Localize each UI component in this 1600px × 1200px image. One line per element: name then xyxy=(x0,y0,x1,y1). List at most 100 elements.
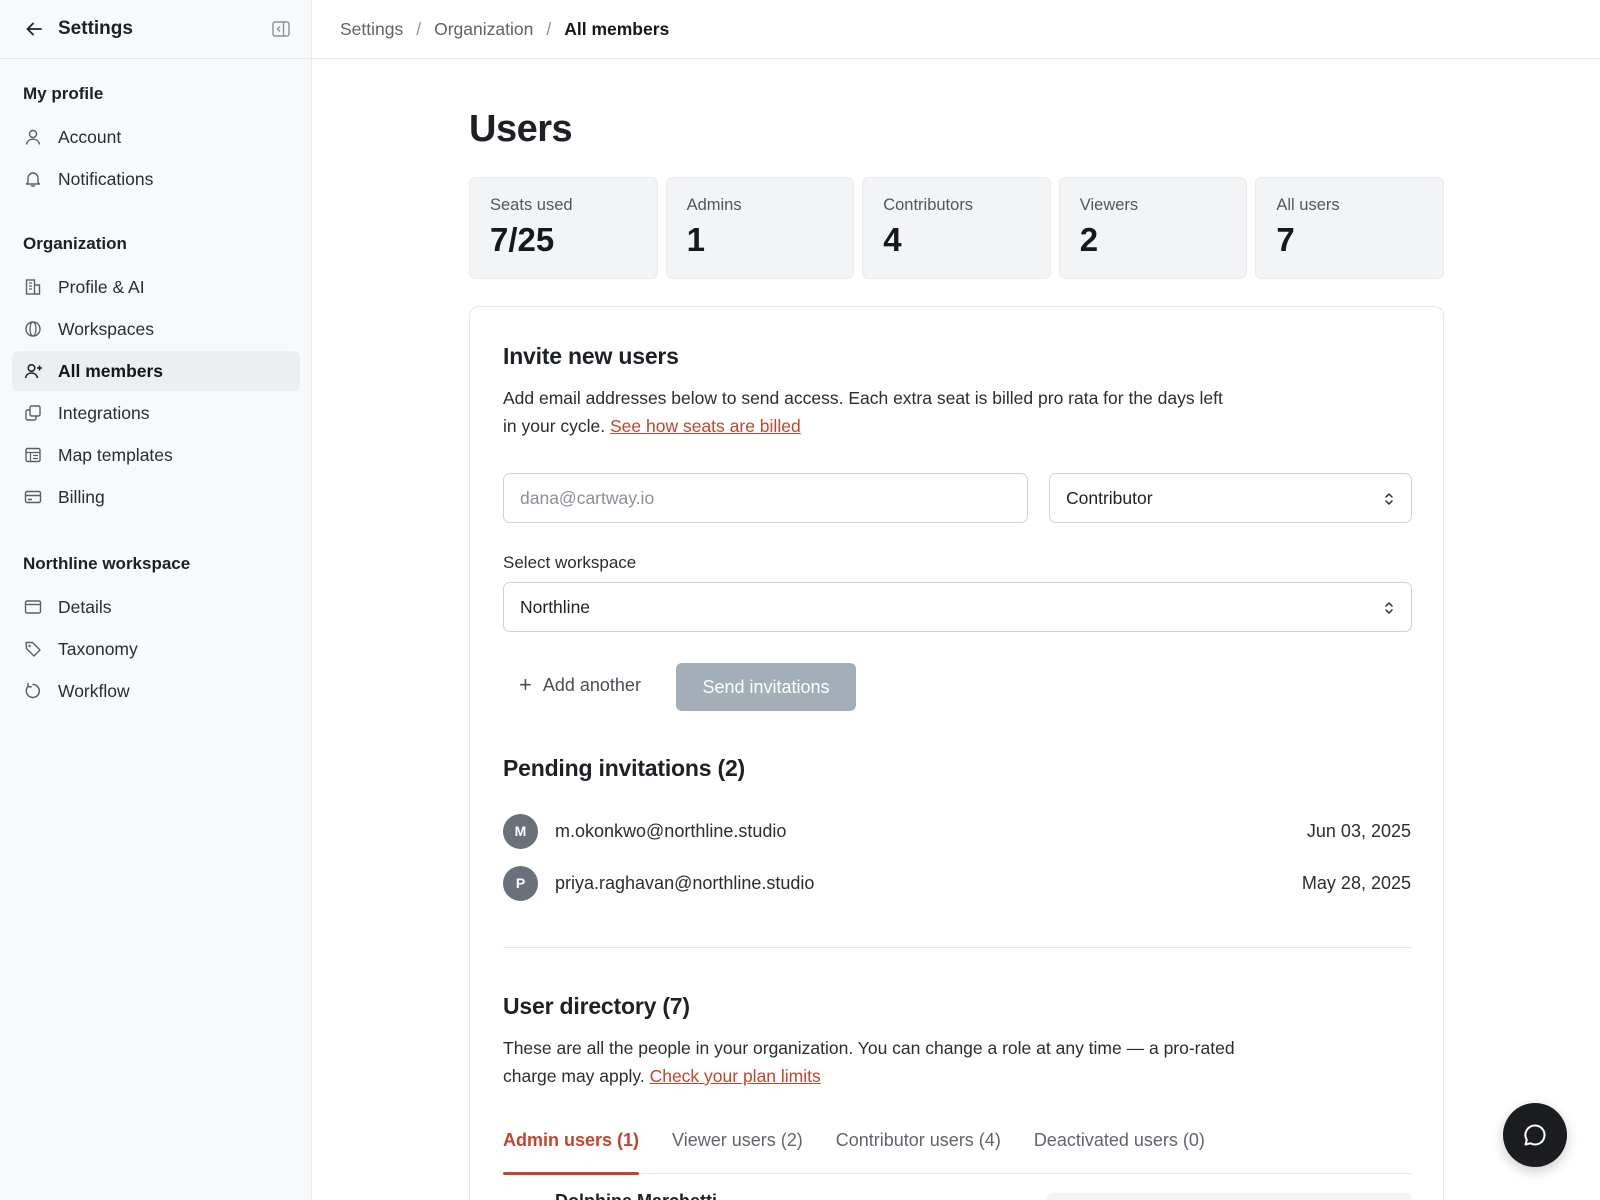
section-heading: Organization xyxy=(23,234,127,253)
stat-value: 7 xyxy=(1276,221,1295,258)
sidebar-item-taxonomy[interactable]: Taxonomy xyxy=(12,629,300,669)
stat-value: 4 xyxy=(883,221,902,258)
workspace-select-value: Northline xyxy=(520,596,591,617)
directory-description-line2: charge may apply. xyxy=(503,1066,645,1086)
role-select-value: Contributor xyxy=(1066,487,1153,508)
section-heading: My profile xyxy=(23,84,104,103)
stat-label: Contributors xyxy=(883,196,974,214)
breadcrumb-organization[interactable]: Organization xyxy=(434,19,533,40)
sidebar-item-label: Billing xyxy=(58,486,105,507)
sidebar-item-account[interactable]: Account xyxy=(12,117,300,157)
sidebar-title: Settings xyxy=(58,18,133,39)
stat-label: Viewers xyxy=(1079,196,1139,214)
building-icon xyxy=(23,277,43,297)
pending-invitation-row: M m.okonkwo@northline.studio Jun 03, 202… xyxy=(503,813,1411,849)
sidebar-item-notifications[interactable]: Notifications xyxy=(12,159,300,199)
tab-viewer-users[interactable]: Viewer users (2) xyxy=(672,1124,803,1174)
users-panel: Invite new users Add email addresses bel… xyxy=(469,306,1444,1200)
sidebar-item-label: Integrations xyxy=(58,402,150,423)
stat-value: 2 xyxy=(1079,221,1099,258)
plus-icon: + xyxy=(519,672,532,697)
table-row: Dolphine Marchetti xyxy=(503,1191,1412,1200)
sidebar-item-label: Profile & AI xyxy=(58,276,145,297)
stat-card-seats-used: Seats used 7/25 xyxy=(469,177,658,279)
pending-invitations-title: Pending invitations (2) xyxy=(503,755,746,781)
collapse-sidebar-icon[interactable] xyxy=(271,19,291,39)
tab-deactivated-users[interactable]: Deactivated users (0) xyxy=(1034,1124,1205,1174)
tab-admin-users[interactable]: Admin users (1) xyxy=(503,1124,640,1175)
sidebar-item-label: Workspaces xyxy=(58,318,154,339)
directory-tabs: Admin users (1) Viewer users (2) Contrib… xyxy=(503,1124,1411,1175)
back-arrow-icon[interactable] xyxy=(24,19,44,39)
directory-description-line1: These are all the people in your organiz… xyxy=(503,1038,1235,1058)
nav-section-northline-workspace: Northline workspace Details Taxonomy Wor… xyxy=(0,553,312,713)
tag-icon xyxy=(23,639,43,659)
pending-date: May 28, 2025 xyxy=(1301,872,1411,893)
chevron-up-down-icon xyxy=(1381,598,1397,618)
chat-bubble-icon xyxy=(1522,1122,1548,1148)
add-another-label: Add another xyxy=(542,674,641,695)
sidebar-item-label: Taxonomy xyxy=(58,638,138,659)
sidebar-item-label: All members xyxy=(58,360,164,381)
pending-invitation-row: P priya.raghavan@northline.studio May 28… xyxy=(503,865,1411,901)
sidebar-item-label: Workflow xyxy=(58,680,130,701)
workspace-label: Select workspace xyxy=(503,553,637,572)
seats-billing-link[interactable]: See how seats are billed xyxy=(610,416,801,436)
sidebar-item-billing[interactable]: Billing xyxy=(12,477,300,517)
sidebar-item-all-members[interactable]: All members xyxy=(12,351,300,391)
invite-title: Invite new users xyxy=(503,343,679,369)
sidebar-item-integrations[interactable]: Integrations xyxy=(12,393,300,433)
sidebar-item-details[interactable]: Details xyxy=(12,587,300,627)
chat-button[interactable] xyxy=(1503,1103,1567,1167)
directory-description: These are all the people in your organiz… xyxy=(503,1034,1411,1090)
sidebar-item-workflow[interactable]: Workflow xyxy=(12,671,300,711)
breadcrumb-all-members: All members xyxy=(564,18,670,39)
user-directory-title: User directory (7) xyxy=(503,993,690,1019)
sidebar-item-label: Map templates xyxy=(58,444,173,465)
stat-value: 1 xyxy=(686,221,705,258)
role-select[interactable]: Contributor xyxy=(1049,473,1412,523)
sidebar-header: Settings xyxy=(0,0,311,59)
sidebar-item-profile-ai[interactable]: Profile & AI xyxy=(12,267,300,307)
user-icon xyxy=(23,127,43,147)
stat-card-admins: Admins 1 xyxy=(665,177,855,279)
stat-card-viewers: Viewers 2 xyxy=(1058,177,1248,279)
sidebar-item-map-templates[interactable]: Map templates xyxy=(12,435,300,475)
email-placeholder: dana@cartway.io xyxy=(520,487,655,508)
tab-contributor-users[interactable]: Contributor users (4) xyxy=(836,1124,1001,1174)
credit-card-icon xyxy=(23,487,43,507)
stat-label: All users xyxy=(1276,196,1340,214)
sidebar-item-workspaces[interactable]: Workspaces xyxy=(12,309,300,349)
globe-icon xyxy=(23,319,43,339)
breadcrumb-separator: / xyxy=(546,18,552,39)
chevron-up-down-icon xyxy=(1381,489,1397,509)
add-another-button[interactable]: + Add another xyxy=(519,674,641,696)
nav-section-my-profile: My profile Account Notifications xyxy=(0,83,312,201)
user-plus-icon xyxy=(23,361,43,381)
invite-description: Add email addresses below to send access… xyxy=(503,384,1411,440)
invite-description-line1: Add email addresses below to send access… xyxy=(503,388,1223,408)
sidebar-item-label: Details xyxy=(58,596,112,617)
stats-row: Seats used 7/25 Admins 1 Contributors 4 … xyxy=(469,177,1444,279)
settings-sidebar: Settings My profile Account Notification… xyxy=(0,0,312,1200)
pending-email: priya.raghavan@northline.studio xyxy=(555,872,815,893)
role-select[interactable] xyxy=(1046,1193,1412,1200)
bell-icon xyxy=(23,169,43,189)
stat-card-all-users: All users 7 xyxy=(1255,177,1444,279)
section-heading: Northline workspace xyxy=(23,554,191,573)
window-icon xyxy=(23,597,43,617)
email-field[interactable]: dana@cartway.io xyxy=(503,473,1028,523)
sidebar-item-label: Account xyxy=(58,126,122,147)
avatar: P xyxy=(503,865,538,901)
avatar: M xyxy=(503,813,538,849)
breadcrumb: Settings / Organization / All members xyxy=(312,0,1600,59)
stat-card-contributors: Contributors 4 xyxy=(862,177,1051,279)
invite-description-line2: in your cycle. xyxy=(503,416,606,436)
page-title: Users xyxy=(469,108,573,150)
send-invitations-button[interactable]: Send invitations xyxy=(676,663,856,711)
user-name: Dolphine Marchetti xyxy=(555,1191,717,1200)
workspace-select[interactable]: Northline xyxy=(503,582,1412,632)
plan-limits-link[interactable]: Check your plan limits xyxy=(650,1066,821,1086)
copy-icon xyxy=(23,403,43,423)
breadcrumb-settings[interactable]: Settings xyxy=(340,19,403,40)
